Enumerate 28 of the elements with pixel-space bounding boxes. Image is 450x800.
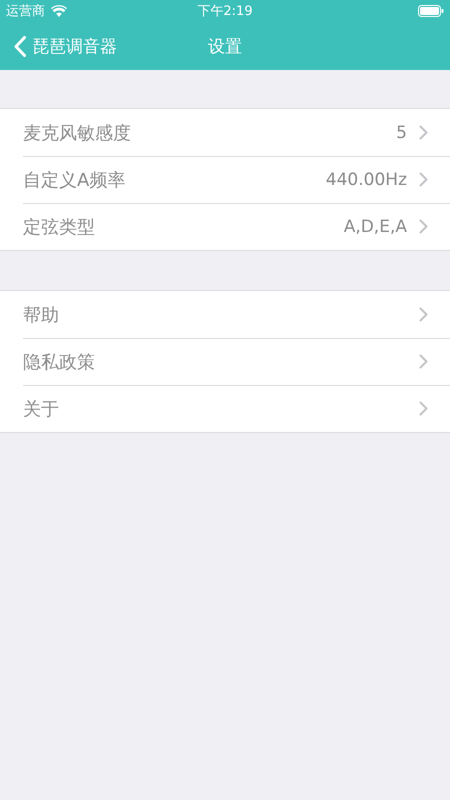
chevron-icon [419,219,428,234]
chevron-icon [419,172,428,187]
settings-row[interactable]: 麦克风敏感度 5 [0,109,450,156]
chevron-icon [419,354,428,369]
row-value: A,D,E,A [344,216,407,236]
row-label: 隐私政策 [23,350,96,374]
chevron-icon [419,125,428,140]
chevron-icon [419,401,428,416]
settings-row[interactable]: 关于 [0,385,450,432]
back-button[interactable]: 琵琶调音器 [0,34,117,58]
row-value: 5 [396,122,407,142]
row-label: 麦克风敏感度 [23,122,132,144]
settings-row[interactable]: 帮助 [0,291,450,338]
battery-icon [418,5,444,17]
status-time: 下午2:19 [197,3,253,20]
back-chevron-icon [14,36,26,56]
row-label: 自定义A频率 [23,168,126,192]
wifi-icon [51,5,67,17]
settings-row[interactable]: 自定义A频率 440.00Hz [0,156,450,203]
nav-title: 设置 [208,36,242,58]
chevron-icon [419,307,428,322]
row-label: 帮助 [23,304,60,326]
carrier-name: 运营商 [6,3,45,20]
settings-row[interactable]: 隐私政策 [0,338,450,385]
row-label: 关于 [23,398,60,420]
settings-row[interactable]: 定弦类型 A,D,E,A [0,203,450,250]
row-value: 440.00Hz [326,170,407,190]
row-label: 定弦类型 [23,216,96,238]
